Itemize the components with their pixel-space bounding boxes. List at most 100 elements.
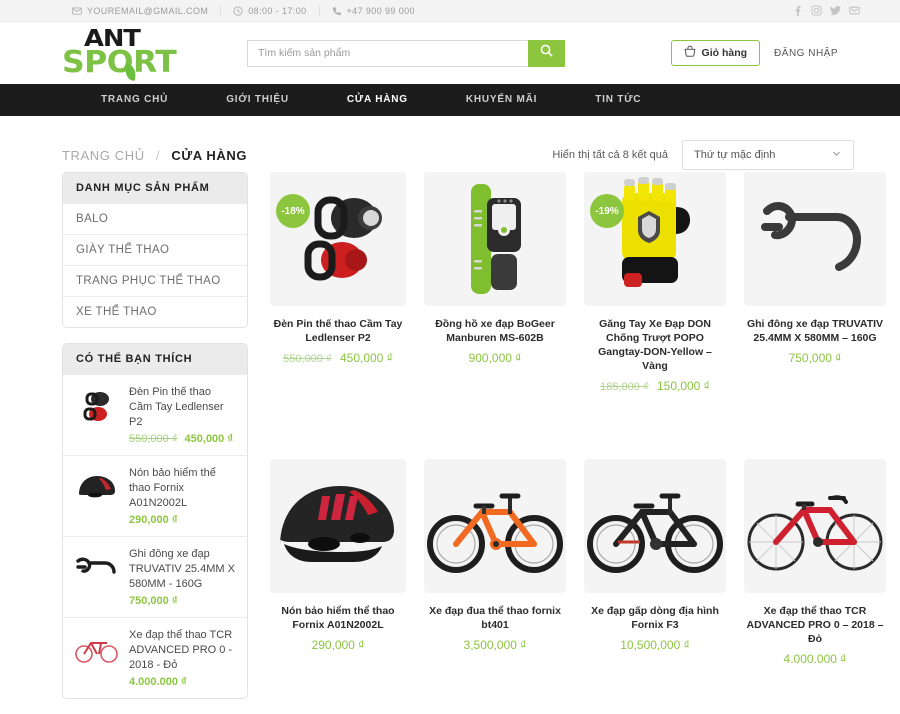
- discount-badge: -19%: [590, 194, 624, 228]
- black-mtb-image: [587, 493, 723, 573]
- road-bike-icon: [74, 628, 120, 670]
- product-price: 4.000.000 ₫: [744, 652, 886, 666]
- product-card[interactable]: Đồng hồ xe đạp BoGeer Manburen MS-602B 9…: [424, 172, 566, 441]
- liked-products-widget: CÓ THỂ BẠN THÍCH Đèn Pin thế thao Cầm Ta…: [62, 343, 248, 699]
- sort-select[interactable]: Thứ tự mặc định: [682, 140, 854, 170]
- shop-content: DANH MỤC SẢN PHẨM BALO GIÀY THỂ THAO TRA…: [0, 172, 900, 714]
- search-button[interactable]: [528, 39, 565, 67]
- current-price: 290,000 ₫: [129, 514, 178, 526]
- category-widget-title: DANH MỤC SẢN PHẨM: [63, 173, 247, 203]
- phone-contact[interactable]: +47 900 99 000: [318, 5, 427, 16]
- product-card[interactable]: Xe đạp thể thao TCR ADVANCED PRO 0 – 201…: [744, 459, 886, 714]
- product-price: 550,000 ₫ 450,000 ₫: [270, 351, 406, 365]
- helmet-icon: [74, 466, 120, 508]
- bike-light-icon: [74, 385, 120, 427]
- phone-icon: [332, 6, 342, 16]
- product-price: 290,000 ₫: [270, 638, 406, 652]
- product-price: 10,500,000 ₫: [584, 638, 726, 652]
- list-item[interactable]: Ghi đông xe đạp TRUVATIV 25.4MM X 580MM …: [63, 536, 247, 617]
- nav-item-about[interactable]: GIỚI THIỆU: [197, 84, 318, 116]
- social-links: [792, 5, 860, 17]
- product-title[interactable]: Đồng hồ xe đạp BoGeer Manburen MS-602B: [424, 317, 566, 345]
- cycling-watch-image: [471, 184, 521, 294]
- product-title[interactable]: Đèn Pin thế thao Cầm Tay Ledlenser P2: [270, 317, 406, 345]
- logo-bottom-text: SPORT: [62, 45, 177, 80]
- cart-button[interactable]: Giỏ hàng: [670, 40, 761, 66]
- sidebar-item-shoes[interactable]: GIÀY THỂ THAO: [63, 234, 247, 265]
- product-title[interactable]: Xe đạp gấp dòng địa hình Fornix F3: [584, 604, 726, 632]
- product-image[interactable]: [744, 172, 886, 306]
- nav-item-promotions[interactable]: KHUYẾN MÃI: [437, 84, 566, 116]
- hours-contact: 08:00 - 17:00: [220, 5, 318, 16]
- twitter-icon[interactable]: [830, 5, 841, 16]
- phone-text: +47 900 99 000: [346, 5, 415, 16]
- login-link[interactable]: ĐĂNG NHẬP: [774, 48, 838, 59]
- helmet-image: [280, 486, 394, 562]
- product-card[interactable]: -19% Găng Tay Xe Đạp DON Chống Trượt POP…: [584, 172, 726, 441]
- old-price: 185,000 ₫: [600, 381, 649, 393]
- product-card[interactable]: Xe đạp đua thể thao fornix bt401 3,500,0…: [424, 459, 566, 714]
- product-price: 900,000 ₫: [424, 351, 566, 365]
- breadcrumb-separator: /: [155, 147, 161, 163]
- list-item[interactable]: Xe đạp thể thao TCR ADVANCED PRO 0 - 201…: [63, 617, 247, 698]
- site-logo[interactable]: ANT SPORT: [62, 28, 212, 81]
- product-card[interactable]: Ghi đông xe đạp TRUVATIV 25.4MM X 580MM …: [744, 172, 886, 441]
- product-price: 3,500,000 ₫: [424, 638, 566, 652]
- sidebar-item-balo[interactable]: BALO: [63, 203, 247, 234]
- breadcrumb-home[interactable]: TRANG CHỦ: [62, 148, 145, 163]
- product-image[interactable]: [744, 459, 886, 593]
- product-grid: -18% Đèn Pin thế thao Cầm Tay Ledlenser …: [270, 172, 886, 714]
- category-widget: DANH MỤC SẢN PHẨM BALO GIÀY THỂ THAO TRA…: [62, 172, 248, 328]
- handlebar-image: [761, 202, 862, 271]
- product-card[interactable]: -18% Đèn Pin thế thao Cầm Tay Ledlenser …: [270, 172, 406, 441]
- list-item-title[interactable]: Nón bảo hiểm thể thao Fornix A01N2002L: [129, 466, 236, 511]
- list-item[interactable]: Đèn Pin thế thao Cầm Tay Ledlenser P2 55…: [63, 374, 247, 455]
- current-price: 4.000.000 ₫: [129, 676, 187, 688]
- sort-select-value: Thứ tự mặc định: [694, 149, 776, 161]
- current-price: 900,000 ₫: [468, 351, 522, 365]
- envelope-icon: [72, 6, 82, 16]
- product-title[interactable]: Xe đạp thể thao TCR ADVANCED PRO 0 – 201…: [744, 604, 886, 646]
- nav-item-news[interactable]: TIN TỨC: [566, 84, 670, 116]
- liked-widget-title: CÓ THỂ BẠN THÍCH: [63, 344, 247, 374]
- email-contact[interactable]: YOUREMAIL@GMAIL.COM: [60, 6, 220, 16]
- product-card[interactable]: Xe đạp gấp dòng địa hình Fornix F3 10,50…: [584, 459, 726, 714]
- cart-icon: [684, 45, 696, 61]
- nav-item-shop[interactable]: CỬA HÀNG: [318, 84, 437, 116]
- email-icon[interactable]: [849, 5, 860, 16]
- breadcrumb: TRANG CHỦ / CỬA HÀNG: [62, 148, 247, 163]
- result-count: Hiển thị tất cả 8 kết quả: [552, 149, 668, 161]
- list-item-price: 4.000.000 ₫: [129, 676, 236, 688]
- facebook-icon[interactable]: [792, 5, 803, 17]
- nav-item-home[interactable]: TRANG CHỦ: [72, 84, 197, 116]
- list-item-title[interactable]: Ghi đông xe đạp TRUVATIV 25.4MM X 580MM …: [129, 547, 236, 592]
- product-image[interactable]: -18%: [270, 172, 406, 306]
- search-input[interactable]: [247, 39, 528, 67]
- list-item-title[interactable]: Xe đạp thể thao TCR ADVANCED PRO 0 - 201…: [129, 628, 236, 673]
- chevron-down-icon: [831, 148, 842, 162]
- instagram-icon[interactable]: [811, 5, 822, 16]
- product-image[interactable]: [270, 459, 406, 593]
- orange-mtb-image: [427, 493, 563, 573]
- current-price: 10,500,000 ₫: [620, 638, 690, 652]
- list-item[interactable]: Nón bảo hiểm thể thao Fornix A01N2002L 2…: [63, 455, 247, 536]
- product-title[interactable]: Nón bảo hiểm thể thao Fornix A01N2002L: [270, 604, 406, 632]
- handlebar-icon: [74, 547, 120, 589]
- product-card[interactable]: Nón bảo hiểm thể thao Fornix A01N2002L 2…: [270, 459, 406, 714]
- breadcrumb-toolbar-row: TRANG CHỦ / CỬA HÀNG Hiển thị tất cả 8 k…: [0, 116, 900, 172]
- discount-badge: -18%: [276, 194, 310, 228]
- product-image[interactable]: [424, 459, 566, 593]
- product-title[interactable]: Ghi đông xe đạp TRUVATIV 25.4MM X 580MM …: [744, 317, 886, 345]
- product-image[interactable]: [584, 459, 726, 593]
- sidebar-item-bikes[interactable]: XE THỂ THAO: [63, 296, 247, 327]
- current-price: 450,000 ₫: [339, 351, 393, 365]
- product-title[interactable]: Xe đạp đua thể thao fornix bt401: [424, 604, 566, 632]
- current-price: 3,500,000 ₫: [463, 638, 527, 652]
- product-title[interactable]: Găng Tay Xe Đạp DON Chống Trượt POPO Gan…: [584, 317, 726, 373]
- product-image[interactable]: -19%: [584, 172, 726, 306]
- search-bar: [247, 39, 565, 67]
- product-image[interactable]: [424, 172, 566, 306]
- cycling-glove-image: [622, 177, 690, 287]
- list-item-title[interactable]: Đèn Pin thế thao Cầm Tay Ledlenser P2: [129, 385, 236, 430]
- sidebar-item-apparel[interactable]: TRANG PHỤC THỂ THAO: [63, 265, 247, 296]
